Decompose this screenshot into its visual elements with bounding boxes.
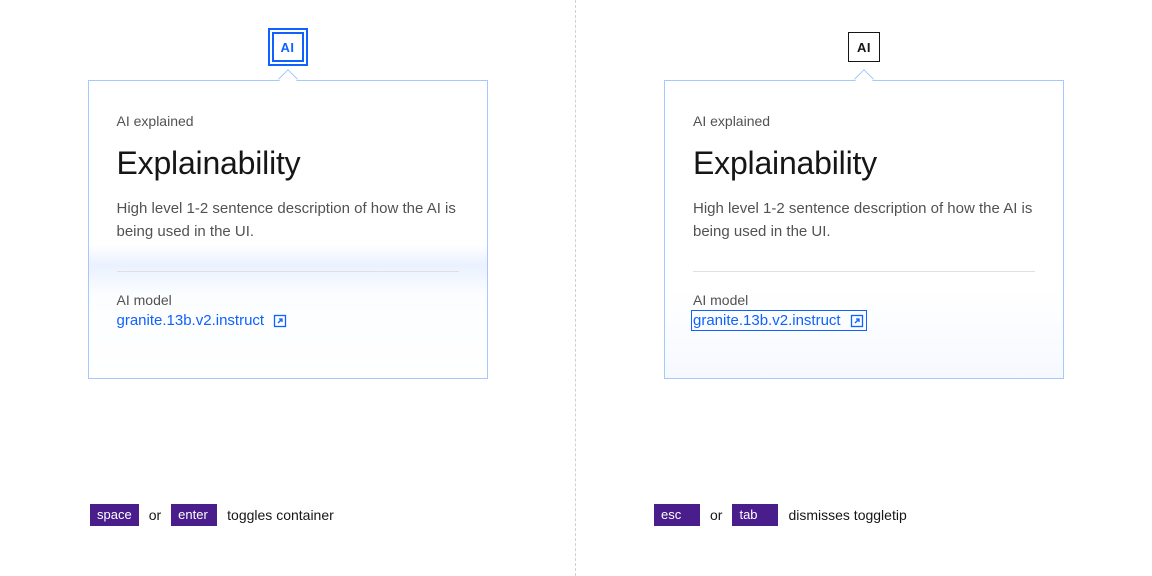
panel-right: AI AI explained Explainability High leve… <box>576 0 1152 576</box>
model-link-text: granite.13b.v2.instruct <box>693 312 841 329</box>
popover-caret <box>278 69 298 89</box>
model-link[interactable]: granite.13b.v2.instruct <box>693 312 865 329</box>
explainability-popover: AI explained Explainability High level 1… <box>88 80 488 379</box>
hint-text: toggles container <box>227 507 334 523</box>
popover-description: High level 1-2 sentence description of h… <box>693 198 1035 243</box>
popover-divider <box>117 271 459 272</box>
ai-label-button[interactable]: AI <box>272 32 304 62</box>
ai-label-text: AI <box>281 40 295 55</box>
key-esc: esc <box>654 504 700 526</box>
hint-or: or <box>710 507 722 523</box>
popover-eyebrow: AI explained <box>693 113 1035 129</box>
hint-or: or <box>149 507 161 523</box>
key-tab: tab <box>732 504 778 526</box>
launch-icon <box>272 313 288 329</box>
popover-title: Explainability <box>693 145 1035 182</box>
launch-icon <box>849 313 865 329</box>
explainability-popover: AI explained Explainability High level 1… <box>664 80 1064 379</box>
popover-description: High level 1-2 sentence description of h… <box>117 198 459 243</box>
keyboard-hint: space or enter toggles container <box>90 504 334 526</box>
model-label: AI model <box>693 292 1035 308</box>
keyboard-hint: esc or tab dismisses toggletip <box>654 504 907 526</box>
popover-caret <box>854 69 874 89</box>
model-link-text: granite.13b.v2.instruct <box>117 312 265 329</box>
model-label: AI model <box>117 292 459 308</box>
ai-label-text: AI <box>857 40 871 55</box>
ai-label-button[interactable]: AI <box>848 32 880 62</box>
popover-title: Explainability <box>117 145 459 182</box>
key-enter: enter <box>171 504 217 526</box>
hint-text: dismisses toggletip <box>788 507 906 523</box>
popover-eyebrow: AI explained <box>117 113 459 129</box>
key-space: space <box>90 504 139 526</box>
popover-divider <box>693 271 1035 272</box>
model-link[interactable]: granite.13b.v2.instruct <box>117 312 289 329</box>
panel-left: AI AI explained Explainability High leve… <box>0 0 576 576</box>
